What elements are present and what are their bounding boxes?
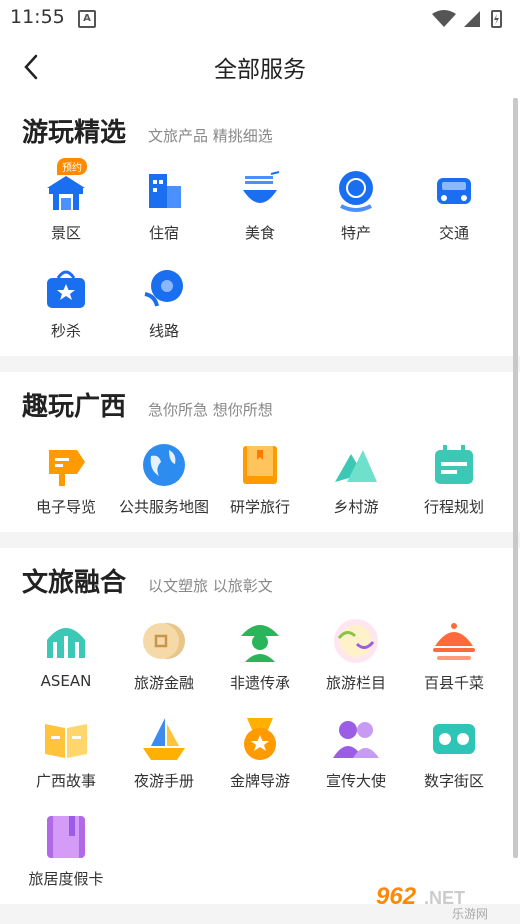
medal-icon: [237, 716, 283, 762]
scrollbar[interactable]: [513, 98, 518, 858]
service-label: 广西故事: [35, 772, 96, 790]
service-item-tourism-finance[interactable]: 旅游金融: [112, 618, 216, 693]
service-label: 宣传大使: [325, 772, 386, 790]
heritage-icon: [237, 618, 283, 664]
service-item-guangxi-stories[interactable]: 广西故事: [14, 716, 118, 791]
book-icon: [237, 442, 283, 488]
section-title: 文旅融合: [22, 568, 127, 598]
service-label: 线路: [148, 322, 179, 340]
service-item-public-map[interactable]: 公共服务地图: [112, 442, 216, 517]
page-header: 全部服务: [0, 36, 520, 98]
service-item-heritage[interactable]: 非遗传承: [208, 618, 312, 693]
hotel-icon: [141, 168, 187, 214]
service-label: 非遗传承: [229, 674, 290, 692]
svg-text:乐游网: 乐游网: [452, 907, 488, 920]
service-label: 旅游栏目: [325, 674, 386, 692]
service-item-rural-tour[interactable]: 乡村游: [304, 442, 408, 517]
service-label: 行程规划: [423, 498, 484, 516]
flash-sale-icon: [43, 266, 89, 312]
service-item-tourism-program[interactable]: 旅游栏目: [304, 618, 408, 693]
dish-cover-icon: [431, 618, 477, 664]
service-item-e-guide[interactable]: 电子导览: [14, 442, 118, 517]
sailboat-icon: [141, 716, 187, 762]
service-label: 公共服务地图: [118, 498, 209, 516]
service-item-ambassador[interactable]: 宣传大使: [304, 716, 408, 791]
wifi-icon: [432, 10, 456, 27]
section-title: 游玩精选: [22, 118, 127, 148]
section-title: 趣玩广西: [22, 392, 127, 422]
asean-icon: [43, 618, 89, 664]
status-time: 11:55: [10, 6, 65, 28]
service-item-residence-card[interactable]: 旅居度假卡: [14, 814, 118, 889]
service-item-asean[interactable]: ASEAN: [14, 618, 118, 690]
service-item-gold-guide[interactable]: 金牌导游: [208, 716, 312, 791]
service-item-flash-sale[interactable]: 秒杀: [14, 266, 118, 341]
globe-icon: [141, 442, 187, 488]
service-label: 旅居度假卡: [28, 870, 104, 888]
guide-sign-icon: [43, 442, 89, 488]
scenic-icon: 预约: [43, 158, 89, 214]
status-bar: 11:55 A: [0, 0, 520, 36]
service-label: 旅游金融: [133, 674, 194, 692]
service-label: 秒杀: [50, 322, 81, 340]
service-label: 特产: [340, 224, 371, 242]
section-play-selection: 游玩精选 文旅产品 精挑细选 预约 景区 住宿 美食 特产 交通 秒杀 线路: [0, 98, 520, 356]
service-label: 数字街区: [423, 772, 484, 790]
service-item-digital-district[interactable]: 数字街区: [402, 716, 506, 791]
service-label: 研学旅行: [229, 498, 290, 516]
page-title: 全部服务: [214, 57, 306, 83]
service-label: 乡村游: [333, 498, 379, 516]
program-icon: [333, 618, 379, 664]
specialty-icon: [333, 168, 379, 214]
section-subtitle: 以文塑旅 以旅彰文: [148, 577, 273, 595]
service-label: 百县千菜: [423, 674, 484, 692]
service-label: 住宿: [148, 224, 179, 242]
svg-text:962: 962: [376, 883, 417, 910]
service-item-itinerary[interactable]: 行程规划: [402, 442, 506, 517]
service-item-route[interactable]: 线路: [112, 266, 216, 341]
mountain-icon: [333, 442, 379, 488]
reservation-badge: 预约: [57, 158, 87, 175]
service-item-specialty[interactable]: 特产: [304, 168, 408, 243]
route-icon: [141, 266, 187, 312]
coin-icon: [141, 618, 187, 664]
service-item-night-tour-guide[interactable]: 夜游手册: [112, 716, 216, 791]
service-item-scenic[interactable]: 预约 景区: [14, 158, 118, 243]
card-book-icon: [43, 814, 89, 860]
people-icon: [333, 716, 379, 762]
service-label: 夜游手册: [133, 772, 194, 790]
vr-icon: [431, 716, 477, 762]
section-subtitle: 急你所急 想你所想: [148, 401, 273, 419]
food-icon: [237, 168, 283, 214]
section-fun-guangxi: 趣玩广西 急你所急 想你所想 电子导览 公共服务地图 研学旅行 乡村游 行程规划: [0, 372, 520, 532]
transport-icon: [431, 168, 477, 214]
section-culture-tourism: 文旅融合 以文塑旅 以旅彰文 ASEAN 旅游金融 非遗传承 旅游栏目 百县千菜: [0, 548, 520, 904]
service-item-study-tour[interactable]: 研学旅行: [208, 442, 312, 517]
signal-icon: [464, 11, 480, 27]
status-icons: [430, 8, 510, 32]
svg-text:.NET: .NET: [424, 888, 465, 908]
service-label: 景区: [50, 224, 81, 242]
service-label: 电子导览: [35, 498, 96, 516]
watermark-logo: 962 .NET 乐游网: [374, 880, 514, 921]
service-item-food[interactable]: 美食: [208, 168, 312, 243]
open-book-icon: [43, 716, 89, 762]
service-item-county-dishes[interactable]: 百县千菜: [402, 618, 506, 693]
service-label: 交通: [438, 224, 469, 242]
section-subtitle: 文旅产品 精挑细选: [148, 127, 273, 145]
notification-icon: A: [78, 10, 96, 28]
service-label: 美食: [244, 224, 275, 242]
service-label: ASEAN: [40, 672, 92, 690]
calendar-icon: [431, 442, 477, 488]
service-label: 金牌导游: [229, 772, 290, 790]
service-item-transport[interactable]: 交通: [402, 168, 506, 243]
service-item-hotel[interactable]: 住宿: [112, 168, 216, 243]
